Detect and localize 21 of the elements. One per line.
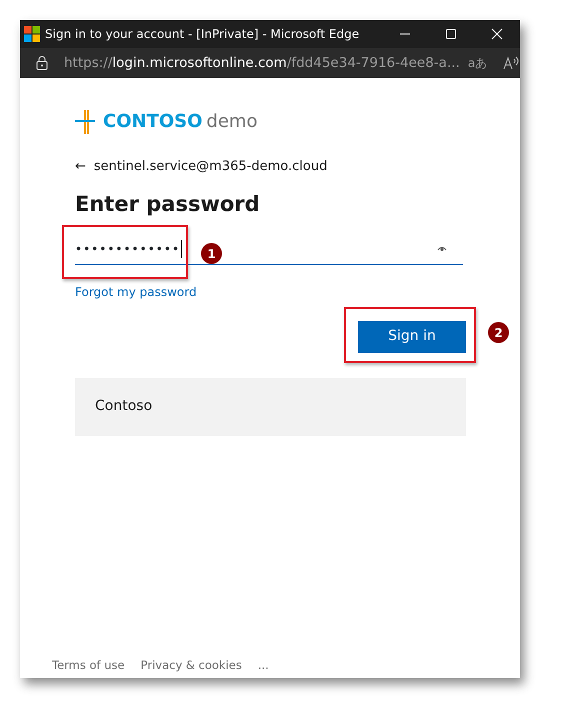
forgot-password-link[interactable]: Forgot my password	[75, 282, 197, 301]
brand-suffix: demo	[206, 110, 258, 134]
maximize-icon[interactable]	[445, 28, 457, 40]
tenant-panel: Contoso	[75, 378, 466, 436]
window-title: Sign in to your account - [InPrivate] - Microsoft Edge	[45, 26, 360, 43]
read-aloud-icon[interactable]	[503, 56, 520, 70]
more-options-button[interactable]: ...	[258, 656, 269, 674]
url-text[interactable]: https://login.microsoftonline.com/fdd45e34-7916-4ee8-a...	[64, 52, 460, 74]
footer-link[interactable]: Terms of use	[52, 656, 125, 674]
windows-logo-icon	[24, 26, 40, 42]
close-icon[interactable]	[491, 28, 503, 40]
sign-in-button[interactable]: Sign in	[358, 320, 466, 353]
account-email: sentinel.service@m365-demo.cloud	[94, 158, 328, 176]
brand-name: CONTOSO	[103, 110, 202, 134]
back-arrow-button[interactable]: ←	[75, 157, 86, 176]
footer-link[interactable]: Privacy & cookies	[140, 656, 242, 674]
logo-icon	[75, 110, 95, 134]
eye-icon[interactable]	[437, 245, 447, 252]
translate-button[interactable]: aあ	[468, 54, 488, 72]
page-heading: Enter password	[75, 192, 261, 217]
lock-icon	[36, 56, 48, 70]
